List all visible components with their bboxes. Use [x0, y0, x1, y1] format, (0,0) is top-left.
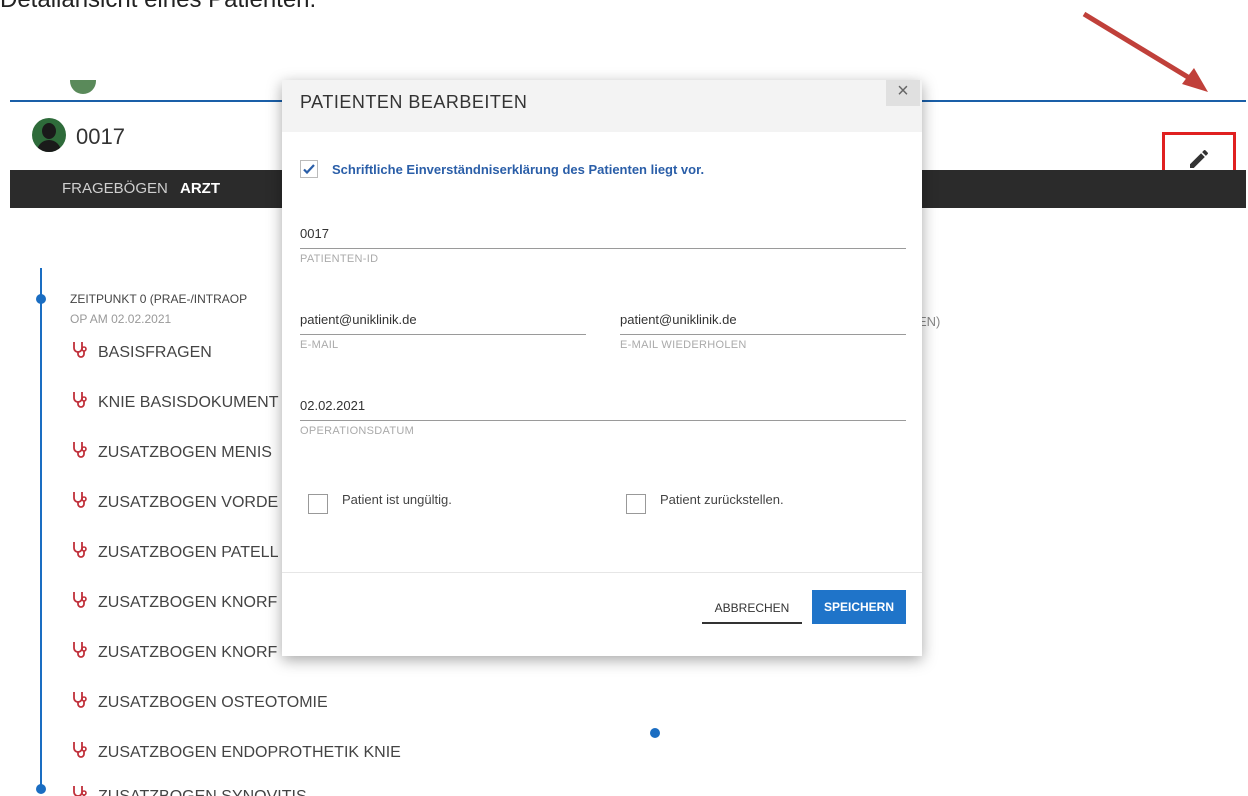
invalid-patient-option[interactable]: Patient ist ungültig.: [308, 484, 452, 514]
dialog-divider: [282, 572, 922, 573]
consent-row: Schriftliche Einverständniserklärung des…: [300, 160, 704, 178]
defer-patient-option[interactable]: Patient zurückstellen.: [626, 484, 784, 514]
consent-checkbox[interactable]: [300, 160, 318, 178]
questionnaire-item[interactable]: ZUSATZBOGEN ENDOPROTHETIK KNIE: [70, 740, 401, 765]
questionnaire-item[interactable]: ZUSATZBOGEN SYNOVITIS: [70, 784, 307, 796]
patient-id: 0017: [76, 124, 125, 149]
avatar: [32, 118, 66, 152]
timeline-line: [40, 268, 42, 788]
stethoscope-icon: [70, 440, 90, 465]
defer-patient-checkbox[interactable]: [626, 494, 646, 514]
cancel-button[interactable]: ABBRECHEN: [702, 596, 802, 624]
email-field[interactable]: patient@uniklinik.de E-MAIL: [300, 312, 586, 351]
stethoscope-icon: [70, 390, 90, 415]
figure-caption: Detailansicht eines Patienten.: [0, 0, 316, 14]
edit-patient-dialog: PATIENTEN BEARBEITEN × Schriftliche Einv…: [282, 80, 922, 656]
stethoscope-icon: [70, 590, 90, 615]
stethoscope-icon: [70, 784, 90, 796]
dialog-title: PATIENTEN BEARBEITEN: [300, 92, 528, 112]
pencil-icon[interactable]: [1187, 147, 1211, 171]
timepoint-title: ZEITPUNKT 0 (PRAE-/INTRAOP: [70, 292, 248, 306]
tab-frageboegen[interactable]: FRAGEBÖGEN: [62, 180, 168, 197]
tab-arzt[interactable]: ARZT: [180, 180, 220, 197]
checkmark-icon: [303, 164, 315, 175]
consent-label: Schriftliche Einverständniserklärung des…: [332, 161, 705, 177]
email-repeat-label: E-MAIL WIEDERHOLEN: [620, 339, 747, 351]
close-button[interactable]: ×: [886, 80, 920, 106]
questionnaire-item[interactable]: ZUSATZBOGEN KNORF: [70, 590, 277, 615]
questionnaire-item[interactable]: BASISFRAGEN: [70, 340, 212, 365]
email-input[interactable]: patient@uniklinik.de: [300, 312, 586, 335]
patient-id-input[interactable]: 0017: [300, 226, 906, 249]
defer-patient-label: Patient zurückstellen.: [660, 491, 784, 507]
questionnaire-item[interactable]: ZUSATZBOGEN KNORF: [70, 640, 277, 665]
questionnaire-item[interactable]: ZUSATZBOGEN MENIS: [70, 440, 272, 465]
email-label: E-MAIL: [300, 339, 339, 351]
invalid-patient-label: Patient ist ungültig.: [342, 491, 452, 507]
stethoscope-icon: [70, 690, 90, 715]
red-arrow-annotation: [1082, 11, 1208, 92]
stethoscope-icon: [70, 340, 90, 365]
op-date-label: OPERATIONSDATUM: [300, 425, 415, 437]
dialog-header: PATIENTEN BEARBEITEN ×: [282, 80, 922, 132]
email-repeat-field[interactable]: patient@uniklinik.de E-MAIL WIEDERHOLEN: [620, 312, 906, 351]
save-button[interactable]: SPEICHERN: [812, 590, 906, 624]
questionnaire-item[interactable]: ZUSATZBOGEN PATELL: [70, 540, 278, 565]
timeline-dot: [650, 728, 660, 738]
questionnaire-item[interactable]: ZUSATZBOGEN VORDE: [70, 490, 278, 515]
questionnaire-item[interactable]: ZUSATZBOGEN OSTEOTOMIE: [70, 690, 328, 715]
timeline-dot: [36, 784, 46, 794]
patient-id-field[interactable]: 0017 PATIENTEN-ID: [300, 226, 906, 265]
email-repeat-input[interactable]: patient@uniklinik.de: [620, 312, 906, 335]
patient-id-label: PATIENTEN-ID: [300, 253, 379, 265]
op-date-input[interactable]: 02.02.2021: [300, 398, 906, 421]
stethoscope-icon: [70, 540, 90, 565]
stethoscope-icon: [70, 640, 90, 665]
timepoint-subtitle: OP AM 02.02.2021: [70, 312, 172, 326]
questionnaire-item[interactable]: KNIE BASISDOKUMENT: [70, 390, 278, 415]
invalid-patient-checkbox[interactable]: [308, 494, 328, 514]
stethoscope-icon: [70, 740, 90, 765]
op-date-field[interactable]: 02.02.2021 OPERATIONSDATUM: [300, 398, 906, 437]
timeline-dot: [36, 294, 46, 304]
logo-icon: [70, 80, 96, 94]
stethoscope-icon: [70, 490, 90, 515]
